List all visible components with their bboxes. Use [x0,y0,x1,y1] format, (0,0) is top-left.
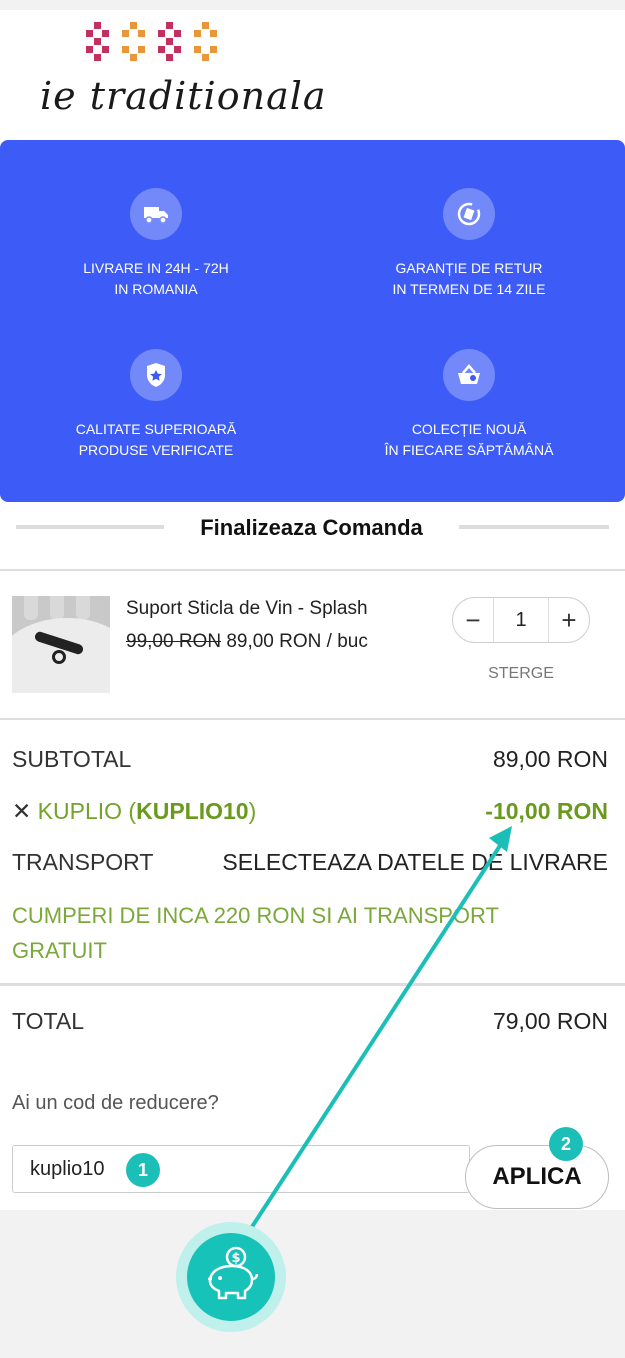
product-name[interactable]: Suport Sticla de Vin - Splash [126,598,368,620]
coupon-row: ✕ KUPLIO (KUPLIO10) [12,798,256,825]
feature-return: GARANȚIE DE RETUR IN TERMEN DE 14 ZILE [313,188,625,300]
subtotal-value: 89,00 RON [492,746,608,772]
features-panel: LIVRARE IN 24H - 72H IN ROMANIA GARANȚIE … [0,140,625,502]
divider [16,525,164,529]
promo-code-input[interactable] [12,1145,470,1193]
truck-icon [130,188,182,240]
shield-star-icon [130,349,182,401]
feature-quality: CALITATE SUPERIOARĂ PRODUSE VERIFICATE [0,349,312,461]
transport-value[interactable]: SELECTEAZA DATELE DE LIVRARE [222,849,608,876]
feature-line: IN ROMANIA [114,281,198,297]
piggy-bank-icon[interactable]: $ [187,1233,275,1321]
decrease-button[interactable]: − [453,598,493,642]
transport-label: TRANSPORT [12,849,154,875]
remove-coupon-icon[interactable]: ✕ [12,798,31,824]
divider [0,718,625,720]
feature-line: GARANȚIE DE RETUR [395,260,543,276]
feature-line: IN TERMEN DE 14 ZILE [392,281,546,297]
total-value: 79,00 RON [492,1008,608,1034]
step-badge-1: 1 [126,1153,160,1187]
total-label: TOTAL [12,1008,84,1034]
feature-line: LIVRARE IN 24H - 72H [83,260,229,276]
coupon-label: KUPLIO ( [37,798,137,824]
divider [459,525,609,529]
old-price: 99,00 RON [126,631,222,652]
quantity-stepper: − 1 + [452,597,590,643]
divider [0,569,625,571]
feature-line: ÎN FIECARE SĂPTĂMÂNĂ [384,442,554,458]
coupon-close: ) [248,798,257,824]
svg-text:$: $ [231,1251,240,1266]
feature-line: COLECȚIE NOUĂ [411,421,527,437]
return-icon [443,188,495,240]
free-shipping-note: CUMPERI DE INCA 220 RON SI AI TRANSPORT … [12,903,499,963]
feature-line: CALITATE SUPERIOARĂ [75,421,237,437]
apply-button[interactable]: APLICA [465,1145,609,1209]
remove-button[interactable]: STERGE [452,665,590,683]
divider [0,983,625,986]
logo-text: ie traditionala [40,74,327,118]
subtotal-label: SUBTOTAL [12,746,132,772]
coupon-value: -10,00 RON [485,798,608,824]
logo[interactable]: ie traditionala [38,18,326,123]
promo-question: Ai un cod de reducere? [12,1092,219,1114]
page-title: Finalizeaza Comanda [200,515,423,540]
increase-button[interactable]: + [549,598,589,642]
checkout-header: Finalizeaza Comanda [0,512,625,548]
product-thumbnail[interactable] [12,596,110,693]
feature-collection: COLECȚIE NOUĂ ÎN FIECARE SĂPTĂMÂNĂ [313,349,625,461]
feature-line: PRODUSE VERIFICATE [78,442,234,458]
step-badge-2: 2 [549,1127,583,1161]
quantity-value[interactable]: 1 [493,598,549,642]
top-strip [0,0,625,10]
coupon-code: KUPLIO10 [136,798,249,824]
feature-delivery: LIVRARE IN 24H - 72H IN ROMANIA [0,188,312,300]
logo-embroidery-icon [86,22,217,61]
product-price: 99,00 RON 89,00 RON / buc [126,631,368,653]
basket-icon [443,349,495,401]
current-price: 89,00 RON / buc [226,631,368,652]
